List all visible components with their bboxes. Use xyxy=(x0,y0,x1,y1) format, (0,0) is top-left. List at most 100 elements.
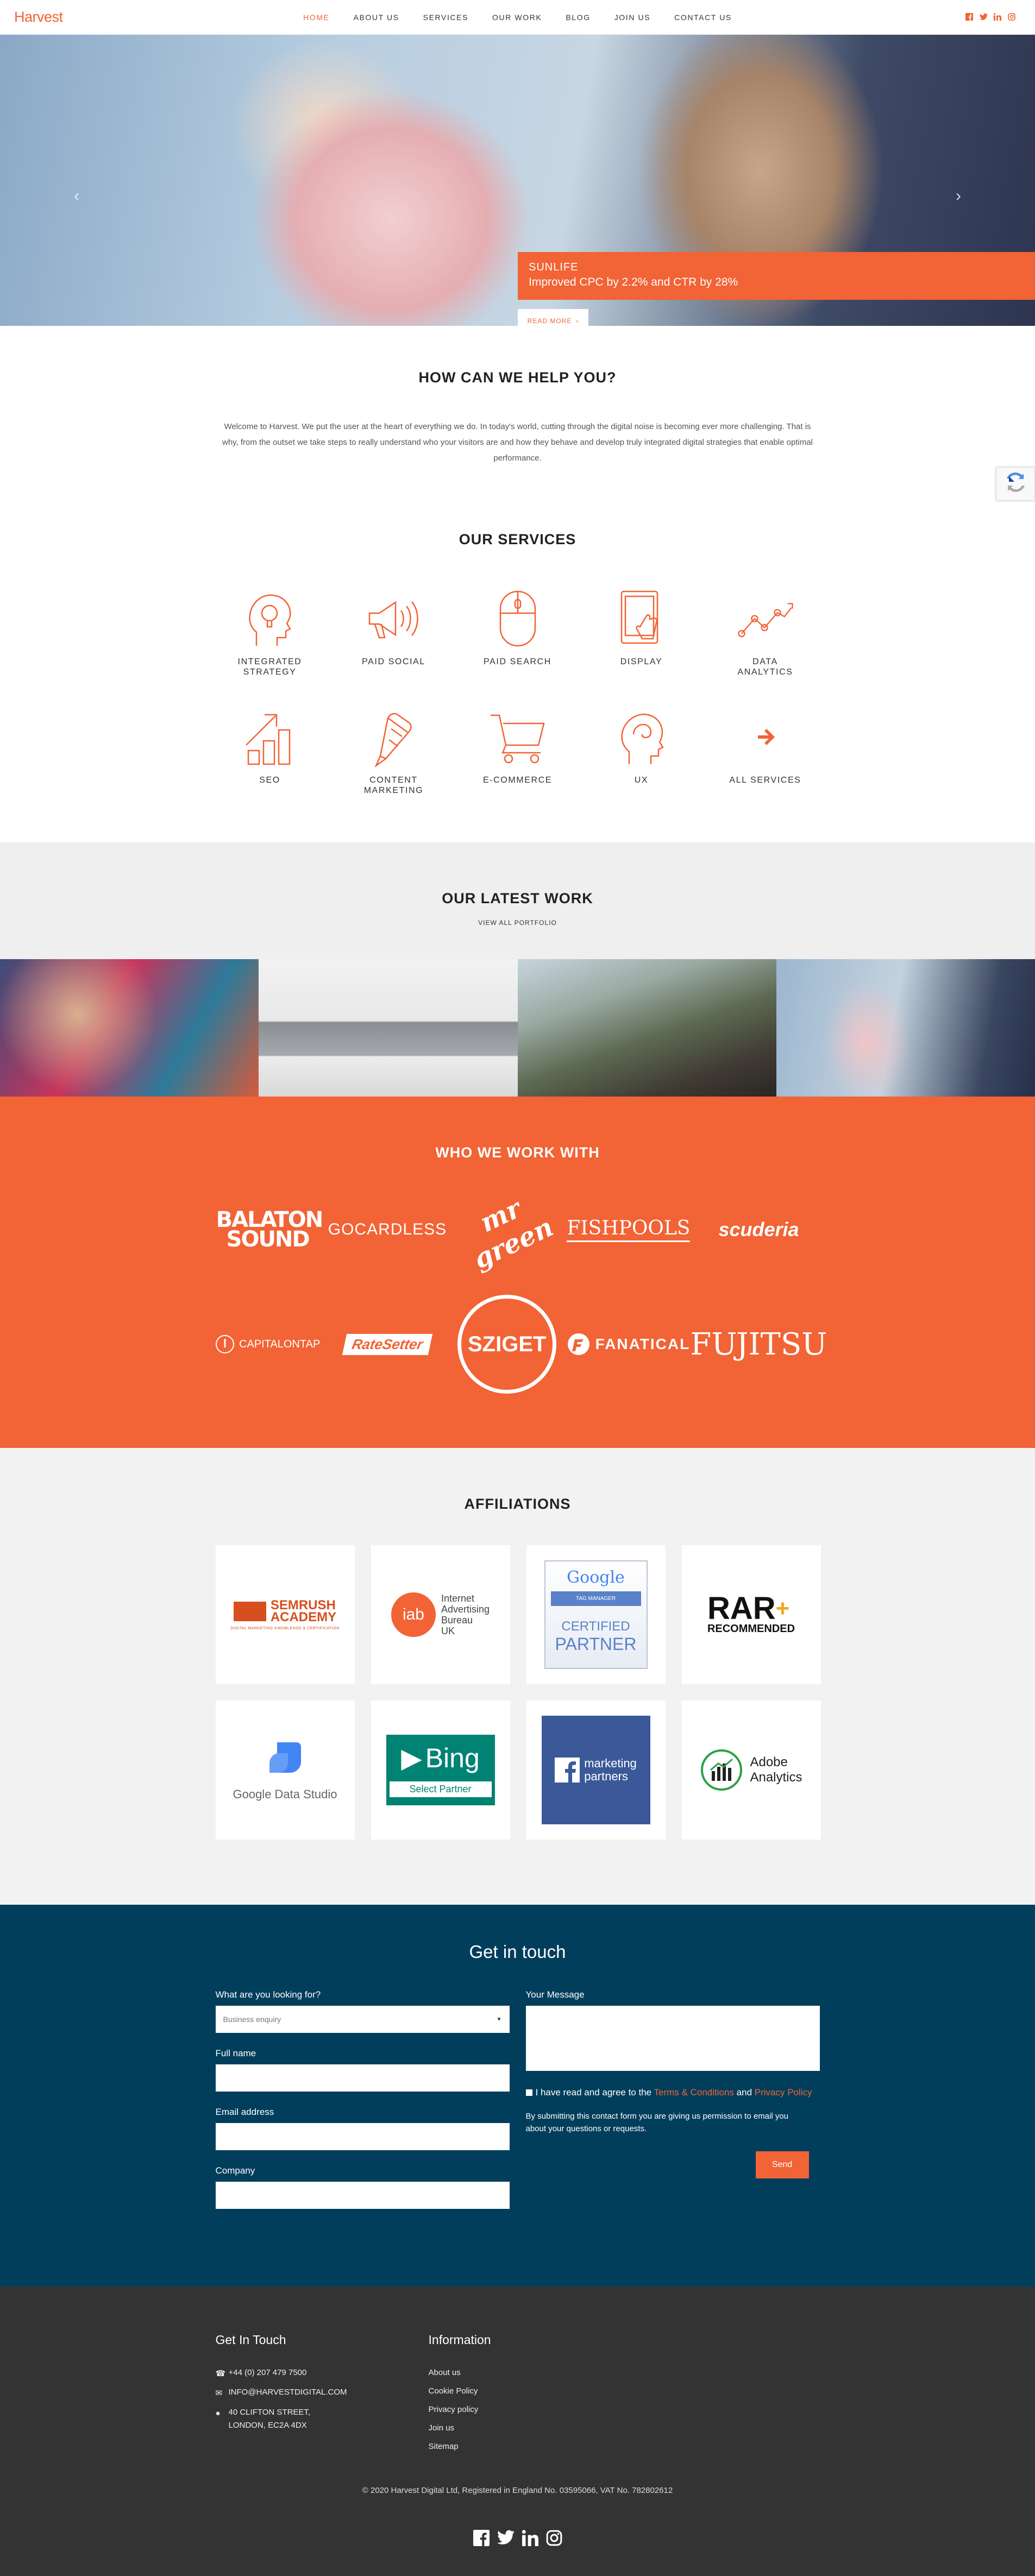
contact-form: What are you looking for? Business enqui… xyxy=(215,1989,820,2224)
gds-name: Google Data Studio xyxy=(233,1787,337,1801)
company-input[interactable] xyxy=(215,2182,510,2209)
footer-email[interactable]: INFO@HARVESTDIGITAL.COM xyxy=(229,2383,347,2402)
tablet-touch-icon xyxy=(612,586,672,651)
linkedin-icon[interactable] xyxy=(522,2530,538,2549)
portfolio-tile[interactable] xyxy=(517,959,776,1097)
email-label: Email address xyxy=(215,2107,274,2117)
footer-link-join[interactable]: Join us xyxy=(429,2419,491,2438)
facebook-icon[interactable] xyxy=(965,12,974,22)
service-label: INTEGRATED STRATEGY xyxy=(237,657,302,677)
footer-link-privacy[interactable]: Privacy policy xyxy=(429,2401,491,2419)
services-grid: INTEGRATED STRATEGY PAID SOCIAL PAID SEA… xyxy=(208,586,827,796)
footer-link-cookie[interactable]: Cookie Policy xyxy=(429,2382,491,2401)
view-all-portfolio-link[interactable]: VIEW ALL PORTFOLIO xyxy=(0,919,1035,927)
service-content-marketing[interactable]: CONTENT MARKETING xyxy=(332,704,456,796)
twitter-icon[interactable] xyxy=(980,13,988,22)
affiliation-semrush[interactable]: SEMRUSH ACADEMY DIGITAL MARKETING KNOWLE… xyxy=(215,1545,355,1684)
nav-about-us[interactable]: ABOUT US xyxy=(354,13,399,22)
email-input[interactable] xyxy=(215,2123,510,2150)
mail-icon: ✉ xyxy=(215,2389,223,2398)
linkedin-icon[interactable] xyxy=(993,12,1002,22)
client-logo-fanatical: FANATICAL xyxy=(567,1333,691,1356)
footer-get-in-touch: Get In Touch ☎ +44 (0) 207 479 7500 ✉ IN… xyxy=(216,2333,347,2456)
footer-link-about[interactable]: About us xyxy=(429,2364,491,2382)
recaptcha-badge[interactable] xyxy=(996,467,1035,501)
facebook-icon xyxy=(555,1758,580,1783)
hero-carousel: ‹ › SUNLIFE Improved CPC by 2.2% and CTR… xyxy=(0,35,1035,326)
client-name: SZIGET xyxy=(468,1332,547,1356)
affiliation-google-data-studio[interactable]: Google Data Studio xyxy=(215,1700,355,1840)
terms-link[interactable]: Terms & Conditions xyxy=(654,2087,734,2098)
affiliations-grid: SEMRUSH ACADEMY DIGITAL MARKETING KNOWLE… xyxy=(215,1545,821,1840)
looking-for-value: Business enquiry xyxy=(223,2015,281,2024)
client-logo-balaton-sound: BALATON SOUND xyxy=(216,1209,324,1250)
service-ux[interactable]: UX xyxy=(580,704,704,796)
affiliation-iab[interactable]: iab Internet Advertising Bureau UK xyxy=(371,1545,510,1684)
nav-join-us[interactable]: JOIN US xyxy=(614,13,650,22)
help-body: Welcome to Harvest. We put the user at t… xyxy=(222,422,813,463)
consent-text: I have read and agree to the xyxy=(535,2087,652,2098)
nav-blog[interactable]: BLOG xyxy=(566,13,590,22)
affiliation-rar[interactable]: RAR + RECOMMENDED xyxy=(681,1545,821,1684)
service-e-commerce[interactable]: E-COMMERCE xyxy=(456,704,580,796)
client-logo-fishpools: FISHPOOLS xyxy=(567,1217,691,1242)
service-display[interactable]: DISPLAY xyxy=(580,586,704,677)
capitalontap-icon xyxy=(216,1335,234,1353)
clients-section: WHO WE WORK WITH BALATON SOUND GOCARDLES… xyxy=(0,1097,1035,1448)
affiliation-google-tag-manager[interactable]: Google TAG MANAGER CERTIFIED PARTNER xyxy=(526,1545,666,1684)
iab-line: Advertising xyxy=(441,1604,490,1615)
footer-address-line: LONDON, EC2A 4DX xyxy=(228,2421,307,2430)
nav-our-work[interactable]: OUR WORK xyxy=(492,13,542,22)
affiliations-section: AFFILIATIONS SEMRUSH ACADEMY DIGITAL MAR… xyxy=(0,1448,1035,1905)
nav-services[interactable]: SERVICES xyxy=(423,13,468,22)
hero-client: SUNLIFE xyxy=(529,261,579,273)
full-name-label: Full name xyxy=(215,2048,256,2058)
consent-row: I have read and agree to the Terms & Con… xyxy=(525,2086,820,2099)
instagram-icon[interactable] xyxy=(546,2530,562,2549)
client-name: FANATICAL xyxy=(595,1336,691,1352)
footer-social xyxy=(0,2530,1035,2549)
plus-icon: + xyxy=(775,1595,790,1622)
carousel-next-icon[interactable]: › xyxy=(956,187,961,205)
carousel-prev-icon[interactable]: ‹ xyxy=(74,187,79,205)
services-section: OUR SERVICES INTEGRATED STRATEGY PAID SO… xyxy=(0,526,1035,842)
affiliation-facebook-marketing[interactable]: marketing partners xyxy=(526,1700,666,1840)
instagram-icon[interactable] xyxy=(1008,12,1017,22)
twitter-icon[interactable] xyxy=(497,2530,515,2549)
affiliation-adobe-analytics[interactable]: Adobe Analytics xyxy=(681,1700,821,1840)
service-integrated-strategy[interactable]: INTEGRATED STRATEGY xyxy=(208,586,332,677)
full-name-input[interactable] xyxy=(215,2064,510,2092)
service-label: ALL SERVICES xyxy=(729,776,801,785)
nav-contact-us[interactable]: CONTACT US xyxy=(674,13,732,22)
portfolio-tile[interactable] xyxy=(259,959,518,1097)
read-more-label: READ MORE xyxy=(527,317,572,325)
footer-link-sitemap[interactable]: Sitemap xyxy=(429,2438,491,2456)
looking-for-select[interactable]: Business enquiry ▼ xyxy=(215,2006,510,2033)
facebook-icon[interactable] xyxy=(473,2530,490,2549)
service-paid-search[interactable]: PAID SEARCH xyxy=(456,586,580,677)
portfolio-tile[interactable] xyxy=(776,959,1035,1097)
message-textarea[interactable] xyxy=(525,2006,820,2071)
read-more-button[interactable]: READ MORE › xyxy=(518,309,588,326)
service-data-analytics[interactable]: DATA ANALYTICS xyxy=(704,586,827,677)
privacy-policy-link[interactable]: Privacy Policy xyxy=(755,2087,812,2098)
bing-sub: Select Partner xyxy=(389,1781,492,1797)
data-studio-icon xyxy=(269,1742,301,1773)
service-paid-social[interactable]: PAID SOCIAL xyxy=(332,586,456,677)
footer-phone[interactable]: +44 (0) 207 479 7500 xyxy=(229,2364,307,2382)
nav-home[interactable]: HOME xyxy=(303,13,329,22)
service-seo[interactable]: SEO xyxy=(208,704,332,796)
service-label: DATA ANALYTICS xyxy=(737,657,793,677)
iab-line: UK xyxy=(441,1626,455,1636)
send-button[interactable]: Send xyxy=(755,2151,809,2178)
service-all-services[interactable]: ALL SERVICES xyxy=(704,704,827,796)
consent-checkbox[interactable] xyxy=(525,2089,532,2096)
affiliation-bing[interactable]: ▶ Bing Select Partner xyxy=(371,1700,510,1840)
logo[interactable]: Harvest xyxy=(14,9,63,26)
latest-work-title: OUR LATEST WORK xyxy=(442,890,593,906)
pencil-icon xyxy=(364,704,424,770)
google-name: Google xyxy=(567,1568,625,1587)
cart-icon xyxy=(488,704,548,770)
semrush-tag: DIGITAL MARKETING KNOWLEDGE & CERTIFICAT… xyxy=(230,1626,340,1630)
portfolio-tile[interactable] xyxy=(0,959,259,1097)
